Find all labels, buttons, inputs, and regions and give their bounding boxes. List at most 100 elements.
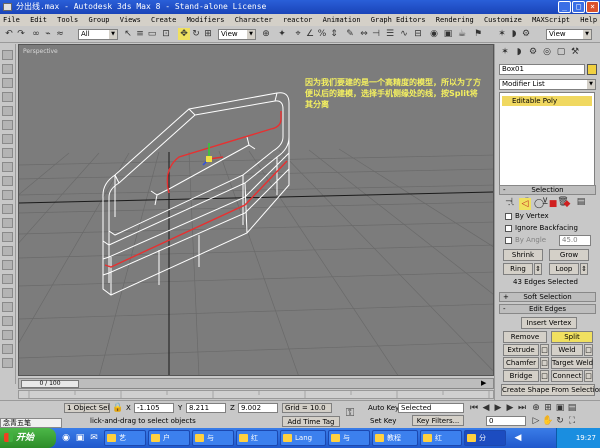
snap-icon[interactable]: ⌖ <box>292 28 304 40</box>
goto-start-icon[interactable]: ⏮ <box>468 402 480 414</box>
rotate-icon[interactable]: ↻ <box>190 28 202 40</box>
element-mode-icon[interactable]: ◆ <box>561 198 573 210</box>
tool-icon[interactable] <box>2 344 13 354</box>
angle-snap-icon[interactable]: ∠ <box>304 28 316 40</box>
tool-icon[interactable] <box>2 78 13 88</box>
auto-key-mode-dropdown[interactable]: Selected <box>398 403 464 413</box>
task-button[interactable]: 红 <box>420 430 462 446</box>
loop-button[interactable]: Loop <box>549 263 579 275</box>
tool-icon[interactable] <box>2 176 13 186</box>
render-setup-icon[interactable]: ▣ <box>442 28 454 40</box>
pivot-center-icon[interactable]: ⊕ <box>260 28 272 40</box>
perspective-viewport[interactable]: Perspective 因为我们要建的是一个高精度的模型，所以为了方便以后的建模… <box>18 44 494 376</box>
hierarchy-tab-icon[interactable]: ⚙ <box>520 28 532 40</box>
tool-icon[interactable] <box>2 246 13 256</box>
tool-icon[interactable] <box>2 204 13 214</box>
select-object-icon[interactable]: ↖ <box>122 28 134 40</box>
lock-selection-icon[interactable]: 🔒 <box>112 402 124 414</box>
split-button[interactable]: Split <box>551 331 593 343</box>
menu-graph-editors[interactable]: Graph Editors <box>371 16 426 24</box>
rect-selection-icon[interactable]: ▭ <box>146 28 158 40</box>
next-frame-icon[interactable]: ▶ <box>504 402 516 414</box>
ring-button[interactable]: Ring <box>503 263 533 275</box>
tool-icon[interactable] <box>2 148 13 158</box>
quick-render-icon[interactable]: ⚑ <box>472 28 484 40</box>
create-panel-icon[interactable]: ✶ <box>499 46 511 58</box>
target-weld-button[interactable]: Target Weld <box>551 357 593 369</box>
tool-icon[interactable] <box>2 302 13 312</box>
tray-icon[interactable]: ◀ <box>512 432 524 444</box>
shrink-button[interactable]: Shrink <box>503 249 543 261</box>
display-panel-icon[interactable]: ▢ <box>555 46 567 58</box>
selection-rollout-header[interactable]: - Selection <box>499 185 596 195</box>
loop-spinner[interactable]: ⇕ <box>580 263 588 275</box>
next-frame-icon[interactable]: ▶ <box>481 379 486 388</box>
tool-icon[interactable] <box>2 274 13 284</box>
select-by-name-icon[interactable]: ≡ <box>134 28 146 40</box>
ring-spinner[interactable]: ⇕ <box>534 263 542 275</box>
menu-views[interactable]: Views <box>120 16 141 24</box>
goto-end-icon[interactable]: ⏭ <box>516 402 528 414</box>
quicklaunch-icon[interactable]: ▣ <box>74 432 86 444</box>
key-mode-icon[interactable]: ⚿ <box>344 407 356 419</box>
menu-animation[interactable]: Animation <box>323 16 361 24</box>
add-time-tag-button[interactable]: Add Time Tag <box>282 416 340 427</box>
tool-icon[interactable] <box>2 92 13 102</box>
render-icon[interactable]: ☕ <box>456 28 468 40</box>
prev-frame-icon[interactable]: ◀ <box>480 402 492 414</box>
align-icon[interactable]: ⊣ <box>370 28 382 40</box>
tool-icon[interactable] <box>2 232 13 242</box>
by-vertex-checkbox[interactable]: By Vertex <box>505 212 549 221</box>
set-key-label[interactable]: Set Key <box>370 416 396 426</box>
hierarchy-panel-icon[interactable]: ⚙ <box>527 46 539 58</box>
auto-key-label[interactable]: Auto Key <box>368 403 399 413</box>
window-crossing-icon[interactable]: ⊡ <box>160 28 172 40</box>
remove-button[interactable]: Remove <box>503 331 547 343</box>
extrude-button[interactable]: Extrude <box>503 344 539 356</box>
zoom-all-icon[interactable]: ⊞ <box>542 402 554 414</box>
tool-icon[interactable] <box>2 288 13 298</box>
key-filters-button[interactable]: Key Filters... <box>412 415 464 426</box>
bind-spacewarp-icon[interactable]: ≈ <box>54 28 66 40</box>
bridge-settings-button[interactable]: □ <box>540 370 549 382</box>
menu-tools[interactable]: Tools <box>57 16 78 24</box>
task-button[interactable]: 与 <box>192 430 234 446</box>
motion-panel-icon[interactable]: ◎ <box>541 46 553 58</box>
chamfer-settings-button[interactable]: □ <box>540 357 549 369</box>
zoom-icon[interactable]: ⊕ <box>530 402 542 414</box>
tool-icon[interactable] <box>2 162 13 172</box>
named-selection-icon[interactable]: ✎ <box>344 28 356 40</box>
menu-modifiers[interactable]: Modifiers <box>187 16 225 24</box>
tool-icon[interactable] <box>2 134 13 144</box>
mirror-icon[interactable]: ⇔ <box>358 28 370 40</box>
tool-icon[interactable] <box>2 358 13 368</box>
vertex-mode-icon[interactable]: ∴ <box>505 198 517 210</box>
soft-selection-rollout-header[interactable]: + Soft Selection <box>499 292 596 302</box>
menu-group[interactable]: Group <box>88 16 109 24</box>
task-button[interactable]: 教程 <box>372 430 418 446</box>
ref-coord-dropdown[interactable]: View ▼ <box>218 29 256 40</box>
connect-button[interactable]: Connect <box>551 370 583 382</box>
menu-reactor[interactable]: reactor <box>283 16 313 24</box>
object-name-field[interactable]: Box01 <box>499 64 585 75</box>
fov-icon[interactable]: ▷ <box>530 415 542 427</box>
connect-settings-button[interactable]: □ <box>584 370 593 382</box>
spinner-snap-icon[interactable]: ⇕ <box>328 28 340 40</box>
quicklaunch-icon[interactable]: ✉ <box>88 432 100 444</box>
edit-edges-rollout-header[interactable]: - Edit Edges <box>499 304 596 314</box>
tool-icon[interactable] <box>2 64 13 74</box>
grow-button[interactable]: Grow <box>549 249 589 261</box>
selection-filter-dropdown[interactable]: All ▼ <box>78 29 118 40</box>
insert-vertex-button[interactable]: Insert Vertex <box>521 317 577 329</box>
named-selection-dropdown[interactable]: View ▼ <box>546 29 592 40</box>
undo-icon[interactable]: ↶ <box>3 28 15 40</box>
redo-icon[interactable]: ↷ <box>15 28 27 40</box>
ime-toolbar[interactable]: 念青五笔 <box>0 418 62 428</box>
bridge-button[interactable]: Bridge <box>503 370 539 382</box>
ignore-backfacing-checkbox[interactable]: Ignore Backfacing <box>505 224 578 233</box>
zoom-extents-all-icon[interactable]: ▤ <box>566 402 578 414</box>
task-button[interactable]: 红 <box>236 430 278 446</box>
material-editor-icon[interactable]: ◉ <box>428 28 440 40</box>
percent-snap-icon[interactable]: % <box>316 28 328 40</box>
angle-spinner[interactable]: 45.0 <box>559 235 591 246</box>
